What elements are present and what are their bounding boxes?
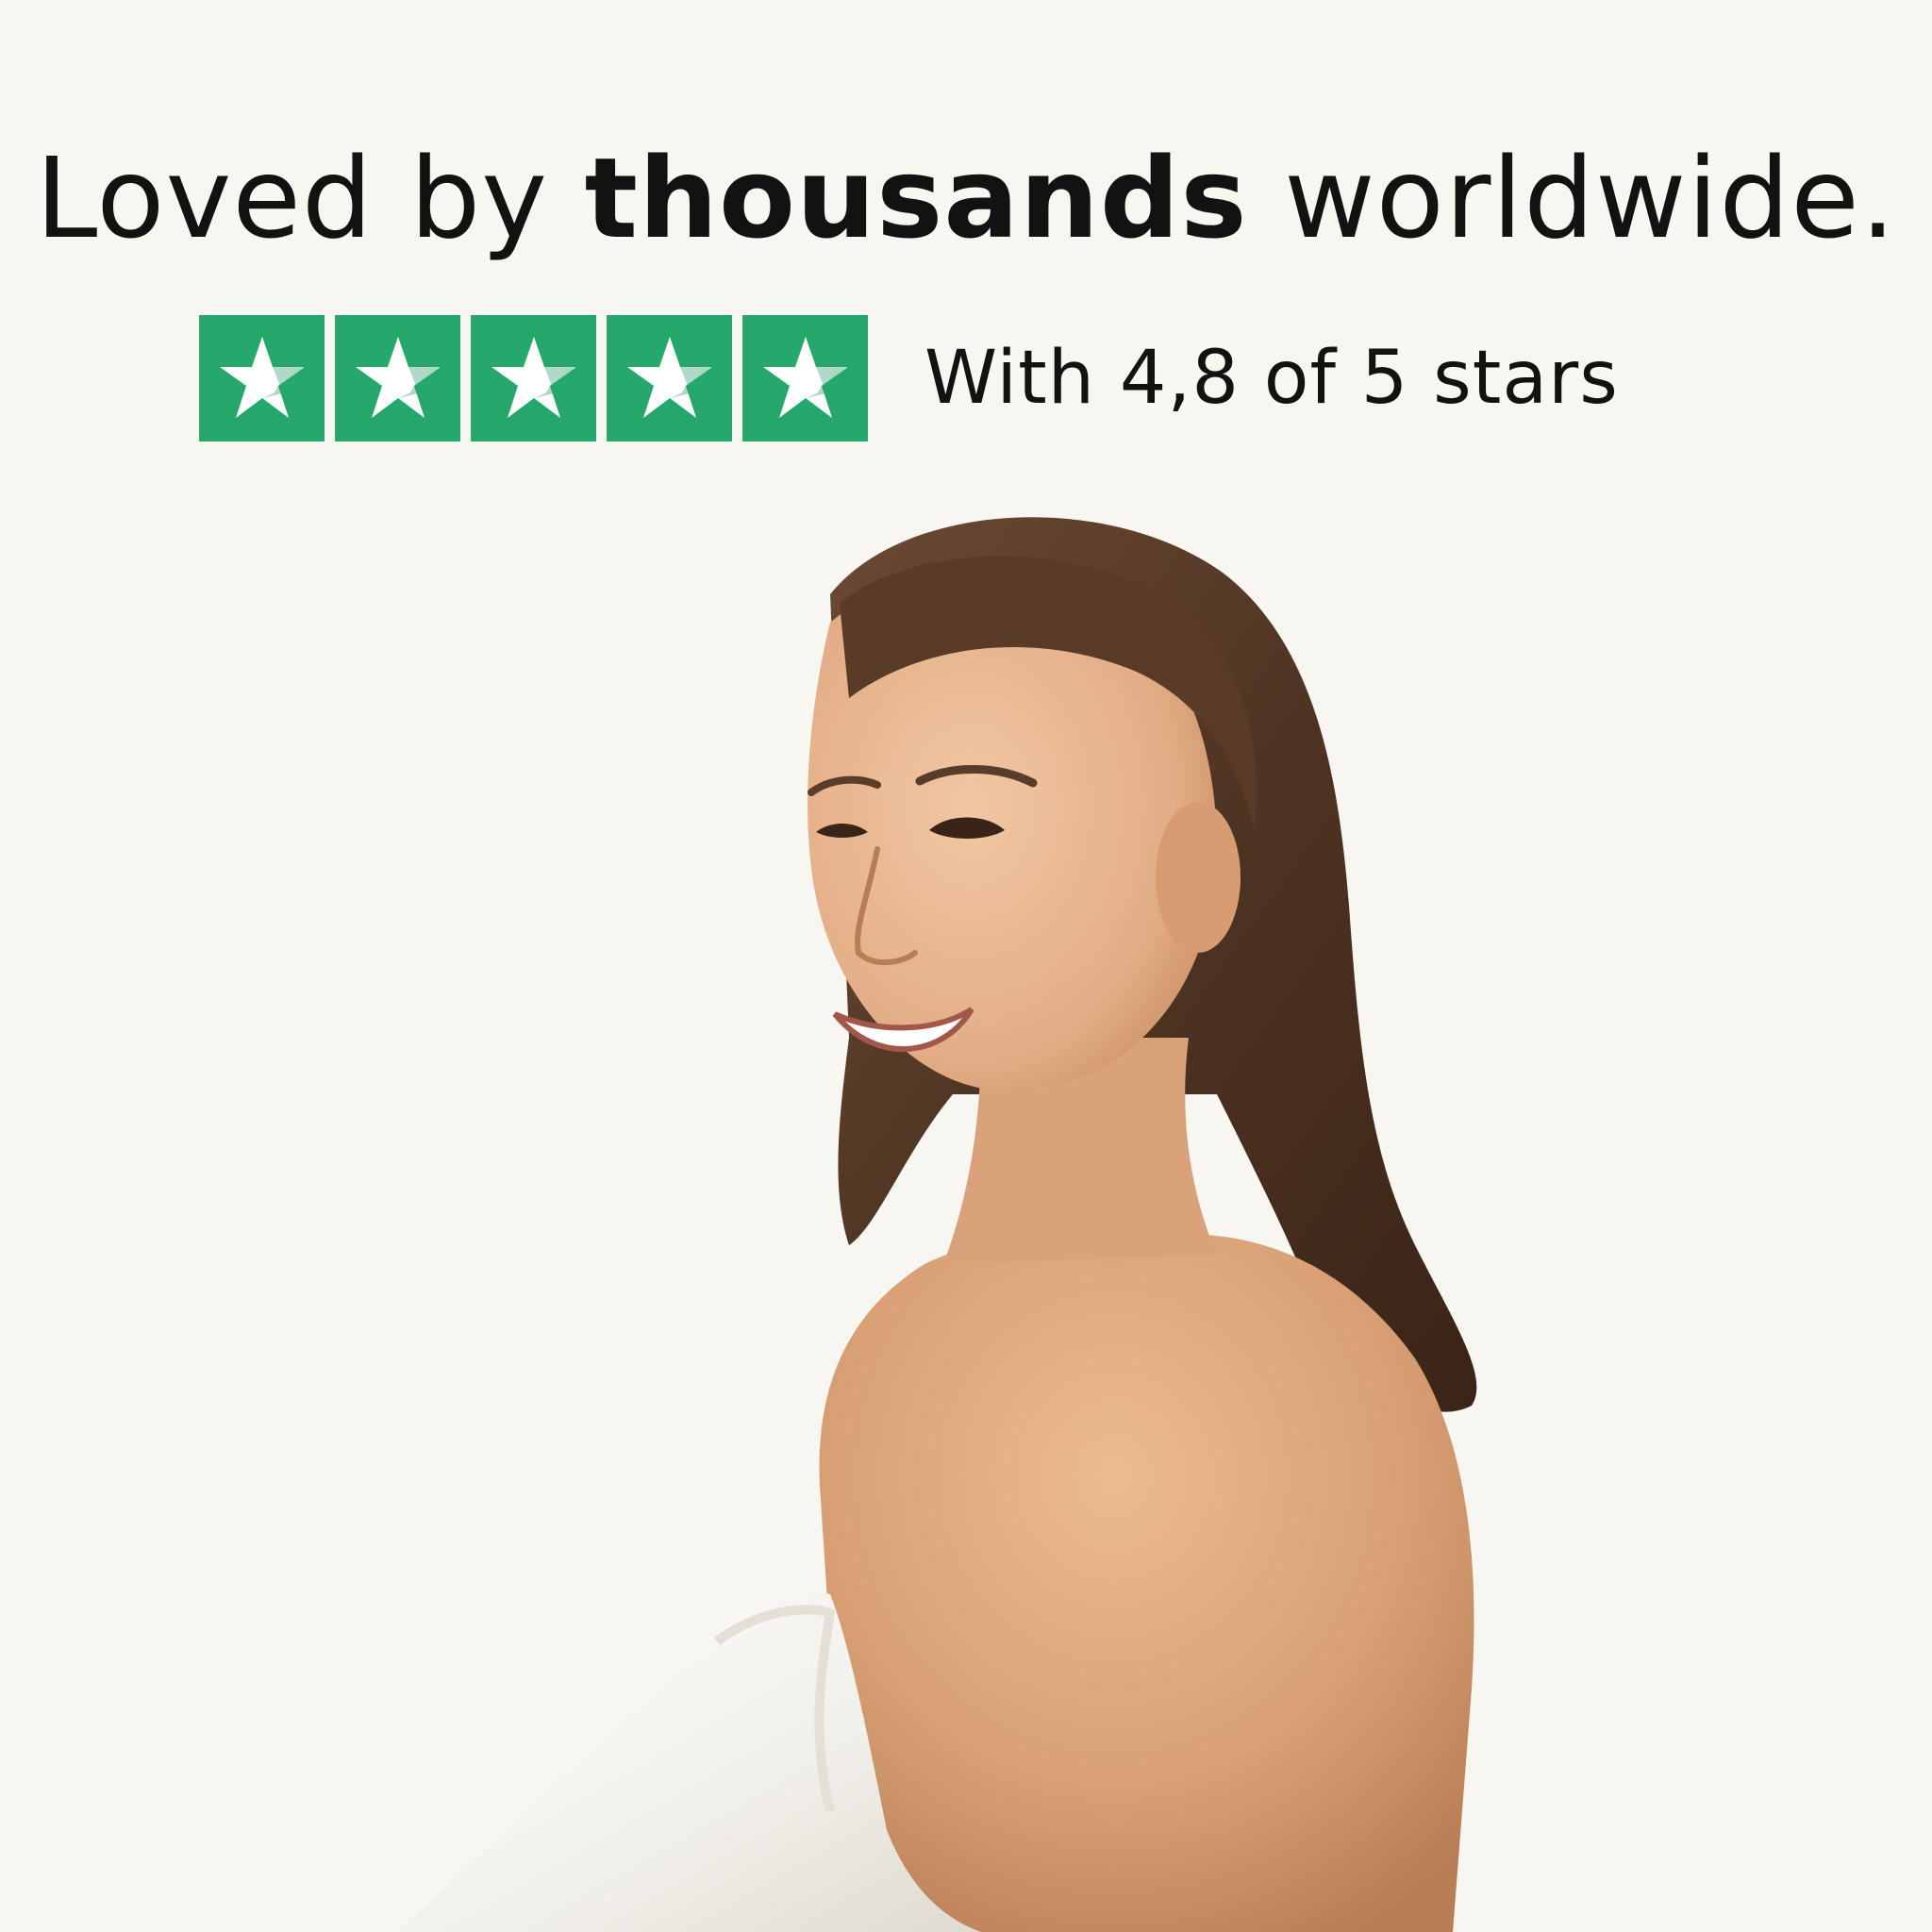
star-rating (199, 315, 868, 441)
star-box (607, 315, 732, 441)
star-icon (219, 337, 305, 418)
star-icon (491, 337, 576, 418)
star-box (471, 315, 596, 441)
star-icon (355, 337, 441, 418)
headline-emphasis: thousands (584, 133, 1248, 263)
rating-row: With 4,8 of 5 stars (199, 315, 1619, 441)
woman-with-towel-photo (396, 517, 1477, 1932)
headline: Loved by thousands worldwide. (0, 132, 1932, 264)
rating-text: With 4,8 of 5 stars (924, 336, 1619, 421)
star-icon (626, 337, 712, 418)
star-box (199, 315, 325, 441)
headline-end: worldwide. (1247, 133, 1897, 263)
ad-banner: Loved by thousands worldwide. With 4,8 o… (0, 0, 1932, 1932)
star-box (335, 315, 460, 441)
star-icon (762, 337, 848, 418)
headline-start: Loved by (35, 133, 585, 263)
star-box (742, 315, 868, 441)
